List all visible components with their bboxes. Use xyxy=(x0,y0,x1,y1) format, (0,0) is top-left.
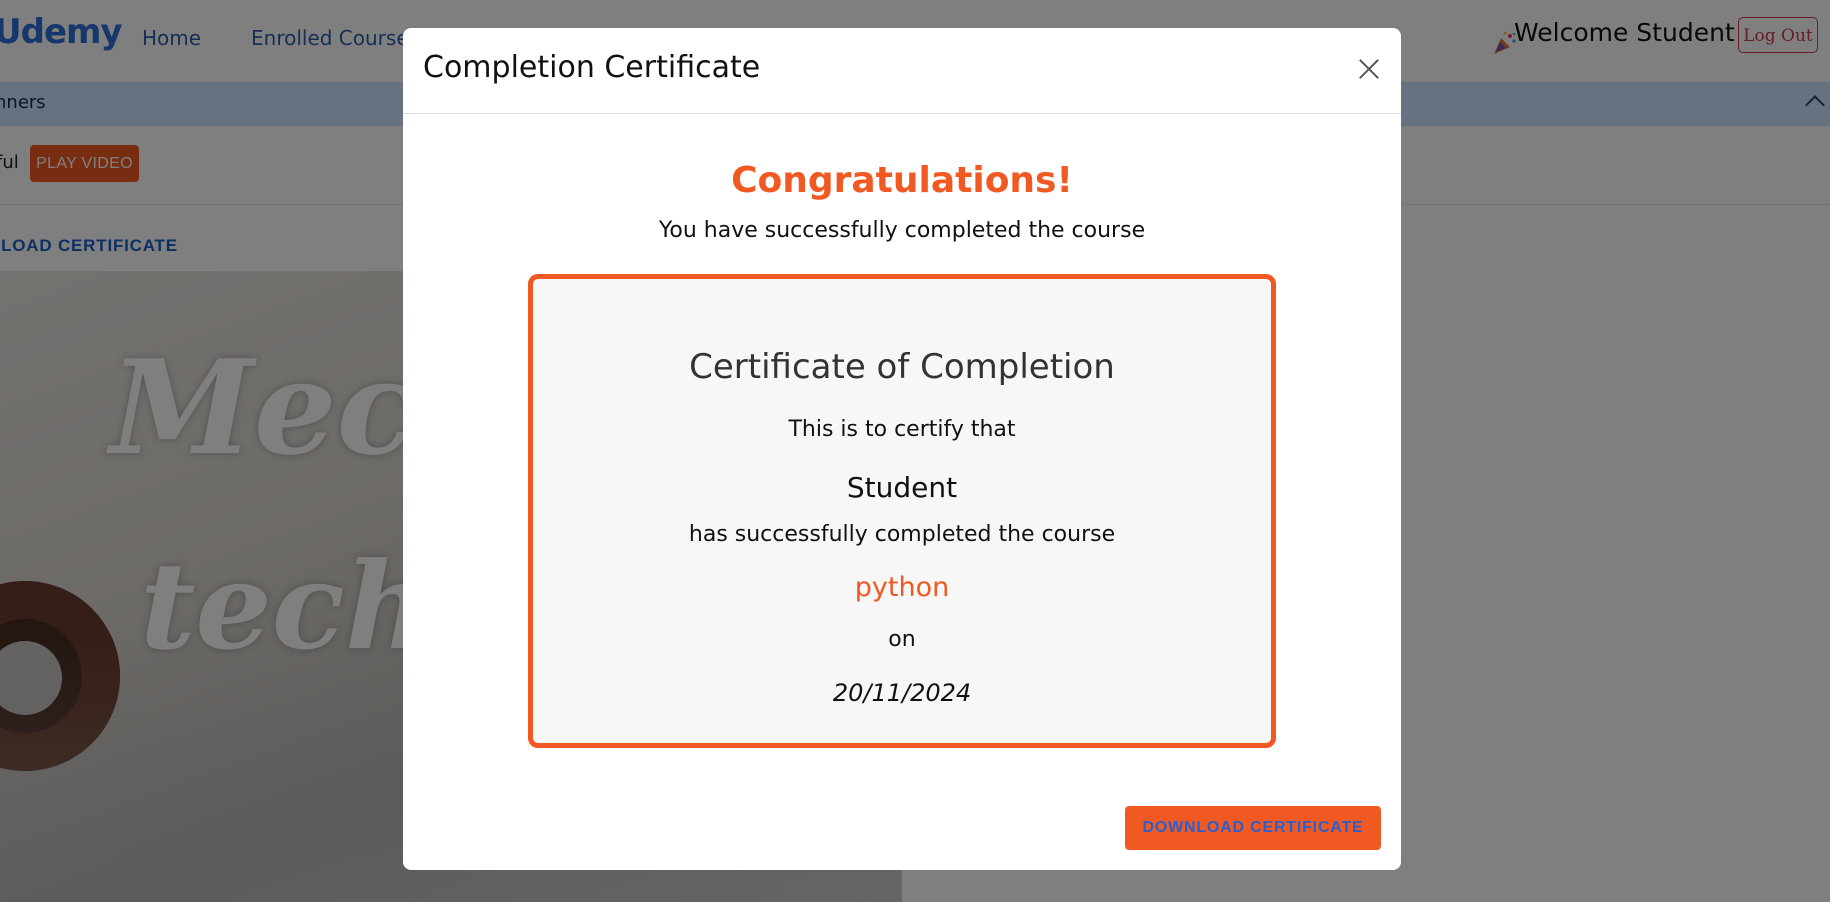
completion-subtitle: You have successfully completed the cour… xyxy=(658,218,1146,243)
course-name: python xyxy=(854,572,950,603)
certificate-card: Certificate of Completion This is to cer… xyxy=(528,274,1276,748)
certificate-title: Certificate of Completion xyxy=(689,347,1115,387)
download-certificate-button[interactable]: DOWNLOAD CERTIFICATE xyxy=(1125,806,1381,850)
completion-date: 20/11/2024 xyxy=(832,679,972,707)
completed-text: has successfully completed the course xyxy=(688,522,1116,547)
congratulations-heading: Congratulations! xyxy=(731,160,1073,201)
on-text: on xyxy=(888,627,916,652)
modal-header: Completion Certificate xyxy=(403,28,1401,114)
modal-title: Completion Certificate xyxy=(423,50,761,85)
certify-text: This is to certify that xyxy=(788,417,1016,442)
close-icon[interactable] xyxy=(1353,54,1383,84)
student-name: Student xyxy=(846,471,958,504)
certificate-modal: Completion Certificate Congratulations! … xyxy=(403,28,1401,870)
